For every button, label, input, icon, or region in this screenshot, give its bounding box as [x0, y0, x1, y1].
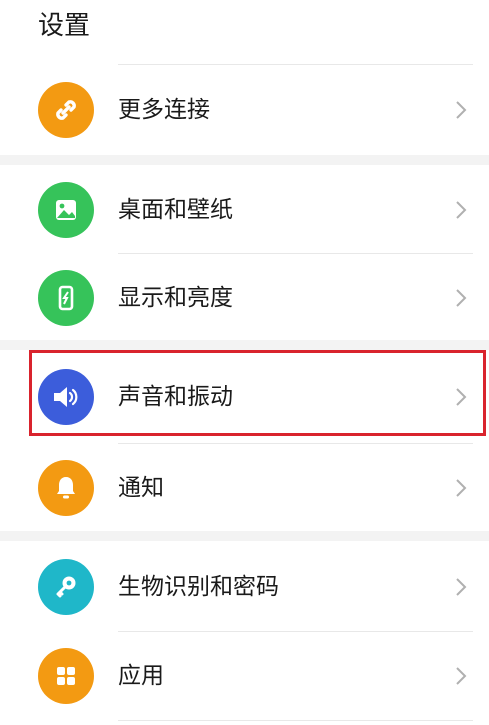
divider [118, 720, 473, 721]
settings-item-label: 更多连接 [118, 97, 210, 123]
section-separator [0, 531, 489, 541]
chevron-right-icon [456, 101, 467, 119]
page-title: 设置 [38, 11, 91, 41]
bell-icon [38, 460, 94, 516]
divider [118, 64, 473, 65]
settings-item-label: 通知 [118, 475, 164, 501]
settings-item-biometrics-password[interactable]: 生物识别和密码 [0, 545, 489, 629]
settings-item-notifications[interactable]: 通知 [0, 446, 489, 530]
settings-item-display-brightness[interactable]: 显示和亮度 [0, 256, 489, 340]
divider [118, 253, 473, 254]
settings-item-label: 显示和亮度 [118, 285, 233, 311]
settings-item-label: 声音和振动 [118, 384, 233, 410]
chevron-right-icon [456, 289, 467, 307]
settings-item-label: 生物识别和密码 [118, 574, 279, 600]
chevron-right-icon [456, 578, 467, 596]
settings-item-label: 应用 [118, 663, 164, 689]
chevron-right-icon [456, 667, 467, 685]
sound-icon [38, 369, 94, 425]
settings-item-sound-vibration[interactable]: 声音和振动 [0, 355, 489, 439]
settings-item-apps[interactable]: 应用 [0, 634, 489, 718]
section-separator [0, 340, 489, 350]
section-separator [0, 155, 489, 165]
link-icon [38, 82, 94, 138]
key-icon [38, 559, 94, 615]
apps-grid-icon [38, 648, 94, 704]
divider [118, 443, 473, 444]
settings-item-desktop-wallpaper[interactable]: 桌面和壁纸 [0, 168, 489, 252]
chevron-right-icon [456, 201, 467, 219]
chevron-right-icon [456, 388, 467, 406]
chevron-right-icon [456, 479, 467, 497]
wallpaper-icon [38, 182, 94, 238]
display-brightness-icon [38, 270, 94, 326]
settings-item-more-connections[interactable]: 更多连接 [0, 68, 489, 152]
divider [118, 631, 473, 632]
settings-item-label: 桌面和壁纸 [118, 197, 233, 223]
